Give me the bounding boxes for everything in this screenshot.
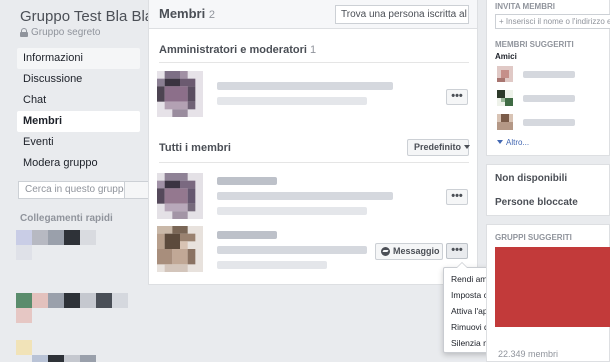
- suggested-name-blurred[interactable]: [523, 119, 575, 126]
- group-search-button[interactable]: [124, 182, 148, 198]
- quick-link-thumb[interactable]: [80, 293, 96, 308]
- quick-link-thumb[interactable]: [48, 293, 64, 308]
- suggested-name-blurred[interactable]: [523, 95, 575, 102]
- nav-item-modera-gruppo[interactable]: Modera gruppo: [17, 153, 140, 174]
- group-privacy-label: Gruppo segreto: [31, 27, 101, 38]
- member-info-blurred: [217, 192, 393, 200]
- admins-section-title: Amministratori e moderatori 1: [159, 44, 316, 56]
- sort-label: Predefinito: [414, 142, 462, 152]
- right-sidebar: INVITA MEMBRI + Inserisci il nome o l'in…: [486, 0, 610, 362]
- admins-count: 1: [309, 44, 317, 56]
- quick-link-thumb[interactable]: [32, 230, 48, 245]
- invite-card: INVITA MEMBRI + Inserisci il nome o l'in…: [486, 0, 610, 156]
- admin-more-button[interactable]: •••: [446, 89, 468, 105]
- member-avatar[interactable]: [157, 173, 203, 219]
- invite-input[interactable]: + Inserisci il nome o l'indirizzo e-mail: [495, 14, 610, 29]
- suggested-group-members: 22.349 membri: [498, 349, 559, 359]
- divider: [159, 162, 469, 163]
- invite-title: INVITA MEMBRI: [495, 2, 555, 11]
- divider: [159, 62, 469, 63]
- members-count: 2: [208, 9, 215, 21]
- left-sidebar: Gruppo Test Bla Bla Gruppo segreto Infor…: [0, 0, 153, 362]
- members-title-label: Membri: [159, 6, 206, 21]
- suggested-member-row: [497, 114, 610, 132]
- quick-link-thumb[interactable]: [80, 230, 96, 245]
- quick-link-thumb[interactable]: [48, 355, 64, 362]
- message-button[interactable]: Messaggio: [375, 243, 443, 260]
- quick-link-thumb[interactable]: [80, 355, 96, 362]
- suggested-member-row: [497, 90, 610, 108]
- group-nav: Informazioni Discussione Chat Membri Eve…: [17, 48, 140, 174]
- friends-label: Amici: [495, 52, 517, 61]
- admin-info-blurred: [217, 97, 367, 105]
- chevron-down-icon: [464, 145, 471, 149]
- lock-icon: [20, 28, 28, 37]
- blocked-people-link[interactable]: Persone bloccate: [495, 197, 578, 208]
- quick-link-thumb[interactable]: [64, 355, 80, 362]
- member-more-button[interactable]: •••: [446, 189, 468, 205]
- nav-item-informazioni[interactable]: Informazioni: [17, 48, 140, 69]
- member-search-input[interactable]: Trova una persona iscritta al: [335, 5, 469, 24]
- suggested-member-row: [497, 66, 610, 84]
- nav-item-chat[interactable]: Chat: [17, 90, 140, 111]
- quick-link-thumb[interactable]: [32, 293, 48, 308]
- more-suggestions-label: Altro...: [506, 138, 530, 147]
- quick-links-title: Collegamenti rapidi: [20, 213, 113, 224]
- quick-link-thumb[interactable]: [16, 230, 32, 245]
- member-status-card: Non disponibili Persone bloccate: [486, 164, 610, 216]
- suggested-group-cover[interactable]: [495, 247, 610, 327]
- quick-link-thumb[interactable]: [64, 230, 80, 245]
- quick-link-thumb[interactable]: [16, 293, 32, 308]
- member-info-blurred: [217, 261, 327, 269]
- sort-dropdown[interactable]: Predefinito: [407, 139, 471, 156]
- quick-link-thumb[interactable]: [16, 308, 32, 323]
- suggested-members-title: MEMBRI SUGGERITI: [495, 40, 574, 49]
- message-button-label: Messaggio: [393, 246, 440, 256]
- unavailable-link[interactable]: Non disponibili: [495, 173, 567, 184]
- group-privacy: Gruppo segreto: [20, 27, 101, 38]
- nav-item-discussione[interactable]: Discussione: [17, 69, 140, 90]
- suggested-groups-card: GRUPPI SUGGERITI: [486, 224, 610, 362]
- suggested-groups-title: GRUPPI SUGGERITI: [495, 233, 572, 242]
- all-members-title: Tutti i membri: [159, 142, 231, 154]
- quick-link-thumb[interactable]: [16, 340, 32, 355]
- members-panel: Membri 2 Trova una persona iscritta al A…: [148, 0, 478, 285]
- quick-link-thumb[interactable]: [112, 293, 128, 308]
- nav-item-membri[interactable]: Membri: [17, 111, 140, 132]
- admins-title-label: Amministratori e moderatori: [159, 44, 307, 56]
- quick-link-thumb[interactable]: [96, 293, 112, 308]
- admin-avatar[interactable]: [157, 71, 203, 117]
- suggested-name-blurred[interactable]: [523, 71, 575, 78]
- quick-link-thumb[interactable]: [16, 245, 32, 260]
- chevron-down-icon: [497, 140, 503, 144]
- member-name-blurred[interactable]: [217, 231, 277, 239]
- members-header: Membri 2 Trova una persona iscritta al: [149, 0, 477, 29]
- messenger-icon: [381, 247, 390, 256]
- nav-item-eventi[interactable]: Eventi: [17, 132, 140, 153]
- member-more-button-active[interactable]: •••: [446, 243, 468, 259]
- suggested-avatar[interactable]: [497, 114, 513, 130]
- suggested-avatar[interactable]: [497, 90, 513, 106]
- more-suggestions-link[interactable]: Altro...: [497, 138, 529, 147]
- quick-link-thumb[interactable]: [64, 293, 80, 308]
- member-info-blurred: [217, 207, 367, 215]
- quick-link-thumb[interactable]: [32, 355, 48, 362]
- member-info-blurred: [217, 246, 367, 254]
- suggested-avatar[interactable]: [497, 66, 513, 82]
- group-name[interactable]: Gruppo Test Bla Bla: [20, 8, 153, 25]
- member-name-blurred[interactable]: [217, 177, 277, 185]
- admin-name-blurred[interactable]: [217, 82, 393, 90]
- quick-link-thumb[interactable]: [48, 230, 64, 245]
- member-avatar[interactable]: [157, 226, 203, 272]
- members-title: Membri 2: [159, 6, 215, 21]
